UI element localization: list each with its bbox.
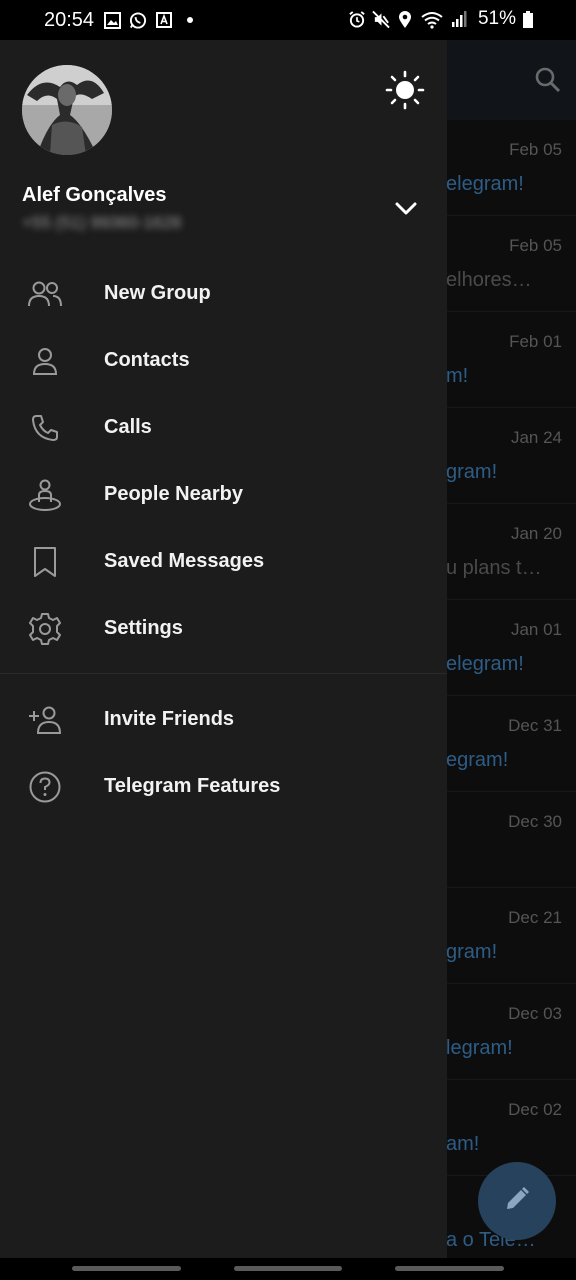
chat-row-preview: u plans t… <box>446 557 542 579</box>
menu-label: Contacts <box>104 349 190 371</box>
chat-row-date: Jan 24 <box>510 428 562 447</box>
mute-icon <box>372 10 390 28</box>
signal-icon <box>450 10 468 28</box>
chat-row-date: Jan 01 <box>510 620 562 639</box>
menu-item-saved-messages[interactable]: Saved Messages <box>0 528 447 595</box>
bookmark-icon <box>27 544 63 580</box>
chat-row-date: Dec 30 <box>508 812 562 831</box>
menu-item-settings[interactable]: Settings <box>0 595 447 662</box>
nearby-icon <box>27 477 63 513</box>
chat-row-date: Feb 01 <box>509 332 562 351</box>
sun-icon[interactable] <box>385 70 425 110</box>
menu-divider <box>0 673 447 674</box>
battery-percent: 51% <box>477 8 516 29</box>
menu-label: Saved Messages <box>104 550 265 572</box>
chat-row-preview: elhores… <box>446 269 532 291</box>
menu-item-people-nearby[interactable]: People Nearby <box>0 461 447 528</box>
menu-label: New Group <box>104 282 211 304</box>
status-left-icons <box>103 11 199 29</box>
chat-row-preview: legram! <box>446 1037 513 1059</box>
status-bar: 20:54 51% <box>0 0 576 40</box>
avatar[interactable] <box>22 65 112 155</box>
chat-row-date: Dec 21 <box>508 908 562 927</box>
person-icon <box>27 343 63 379</box>
chat-row-date: Dec 02 <box>508 1100 562 1119</box>
user-name: Alef Gonçalves <box>22 184 167 206</box>
whatsapp-icon <box>129 11 147 29</box>
chat-row-preview: m! <box>446 365 469 387</box>
chat-row-preview: gram! <box>446 941 498 963</box>
add-person-icon <box>27 702 63 738</box>
chat-row-date: Jan 20 <box>510 524 562 543</box>
chat-row-preview: egram! <box>446 749 509 771</box>
phone-icon <box>27 410 63 446</box>
user-phone: +55 (51) 99360-1628 <box>22 213 182 232</box>
dot-icon <box>181 11 199 29</box>
font-app-icon <box>155 11 173 29</box>
status-time: 20:54 <box>44 9 95 31</box>
menu-label: Settings <box>104 617 183 639</box>
chat-row-preview: am! <box>446 1133 480 1155</box>
compose-button[interactable] <box>478 1162 556 1240</box>
nav-back[interactable] <box>395 1266 504 1271</box>
chevron-down-icon[interactable] <box>392 195 420 223</box>
menu-item-telegram-features[interactable]: Telegram Features <box>0 753 447 820</box>
battery-icon <box>522 10 534 28</box>
menu-label: Telegram Features <box>104 775 281 797</box>
system-navigation-bar <box>0 1258 576 1280</box>
location-icon <box>396 10 414 28</box>
chat-row-date: Dec 03 <box>508 1004 562 1023</box>
gallery-icon <box>103 11 121 29</box>
wifi-icon <box>420 10 444 29</box>
chat-row-date: Feb 05 <box>509 140 562 159</box>
menu-label: People Nearby <box>104 483 243 505</box>
nav-home[interactable] <box>234 1266 342 1271</box>
drawer-menu: New Group Contacts Calls People Nearby S… <box>0 260 447 820</box>
pencil-icon <box>503 1185 531 1218</box>
menu-item-new-group[interactable]: New Group <box>0 260 447 327</box>
menu-label: Invite Friends <box>104 708 235 730</box>
chat-row-preview: elegram! <box>446 173 524 195</box>
status-right-icons: 51% <box>348 8 534 30</box>
nav-recents[interactable] <box>72 1266 181 1271</box>
group-icon <box>27 276 63 312</box>
chat-row-date: Feb 05 <box>509 236 562 255</box>
chat-row-date: Dec 31 <box>508 716 562 735</box>
chat-row-preview: elegram! <box>446 653 524 675</box>
menu-item-contacts[interactable]: Contacts <box>0 327 447 394</box>
navigation-drawer: Alef Gonçalves +55 (51) 99360-1628 New G… <box>0 40 447 1280</box>
menu-item-invite-friends[interactable]: Invite Friends <box>0 686 447 753</box>
gear-icon <box>27 611 63 647</box>
menu-label: Calls <box>104 416 152 438</box>
chat-row-preview: gram! <box>446 461 498 483</box>
alarm-icon <box>348 10 366 28</box>
menu-item-calls[interactable]: Calls <box>0 394 447 461</box>
search-icon[interactable] <box>534 66 562 94</box>
question-icon <box>27 769 63 805</box>
